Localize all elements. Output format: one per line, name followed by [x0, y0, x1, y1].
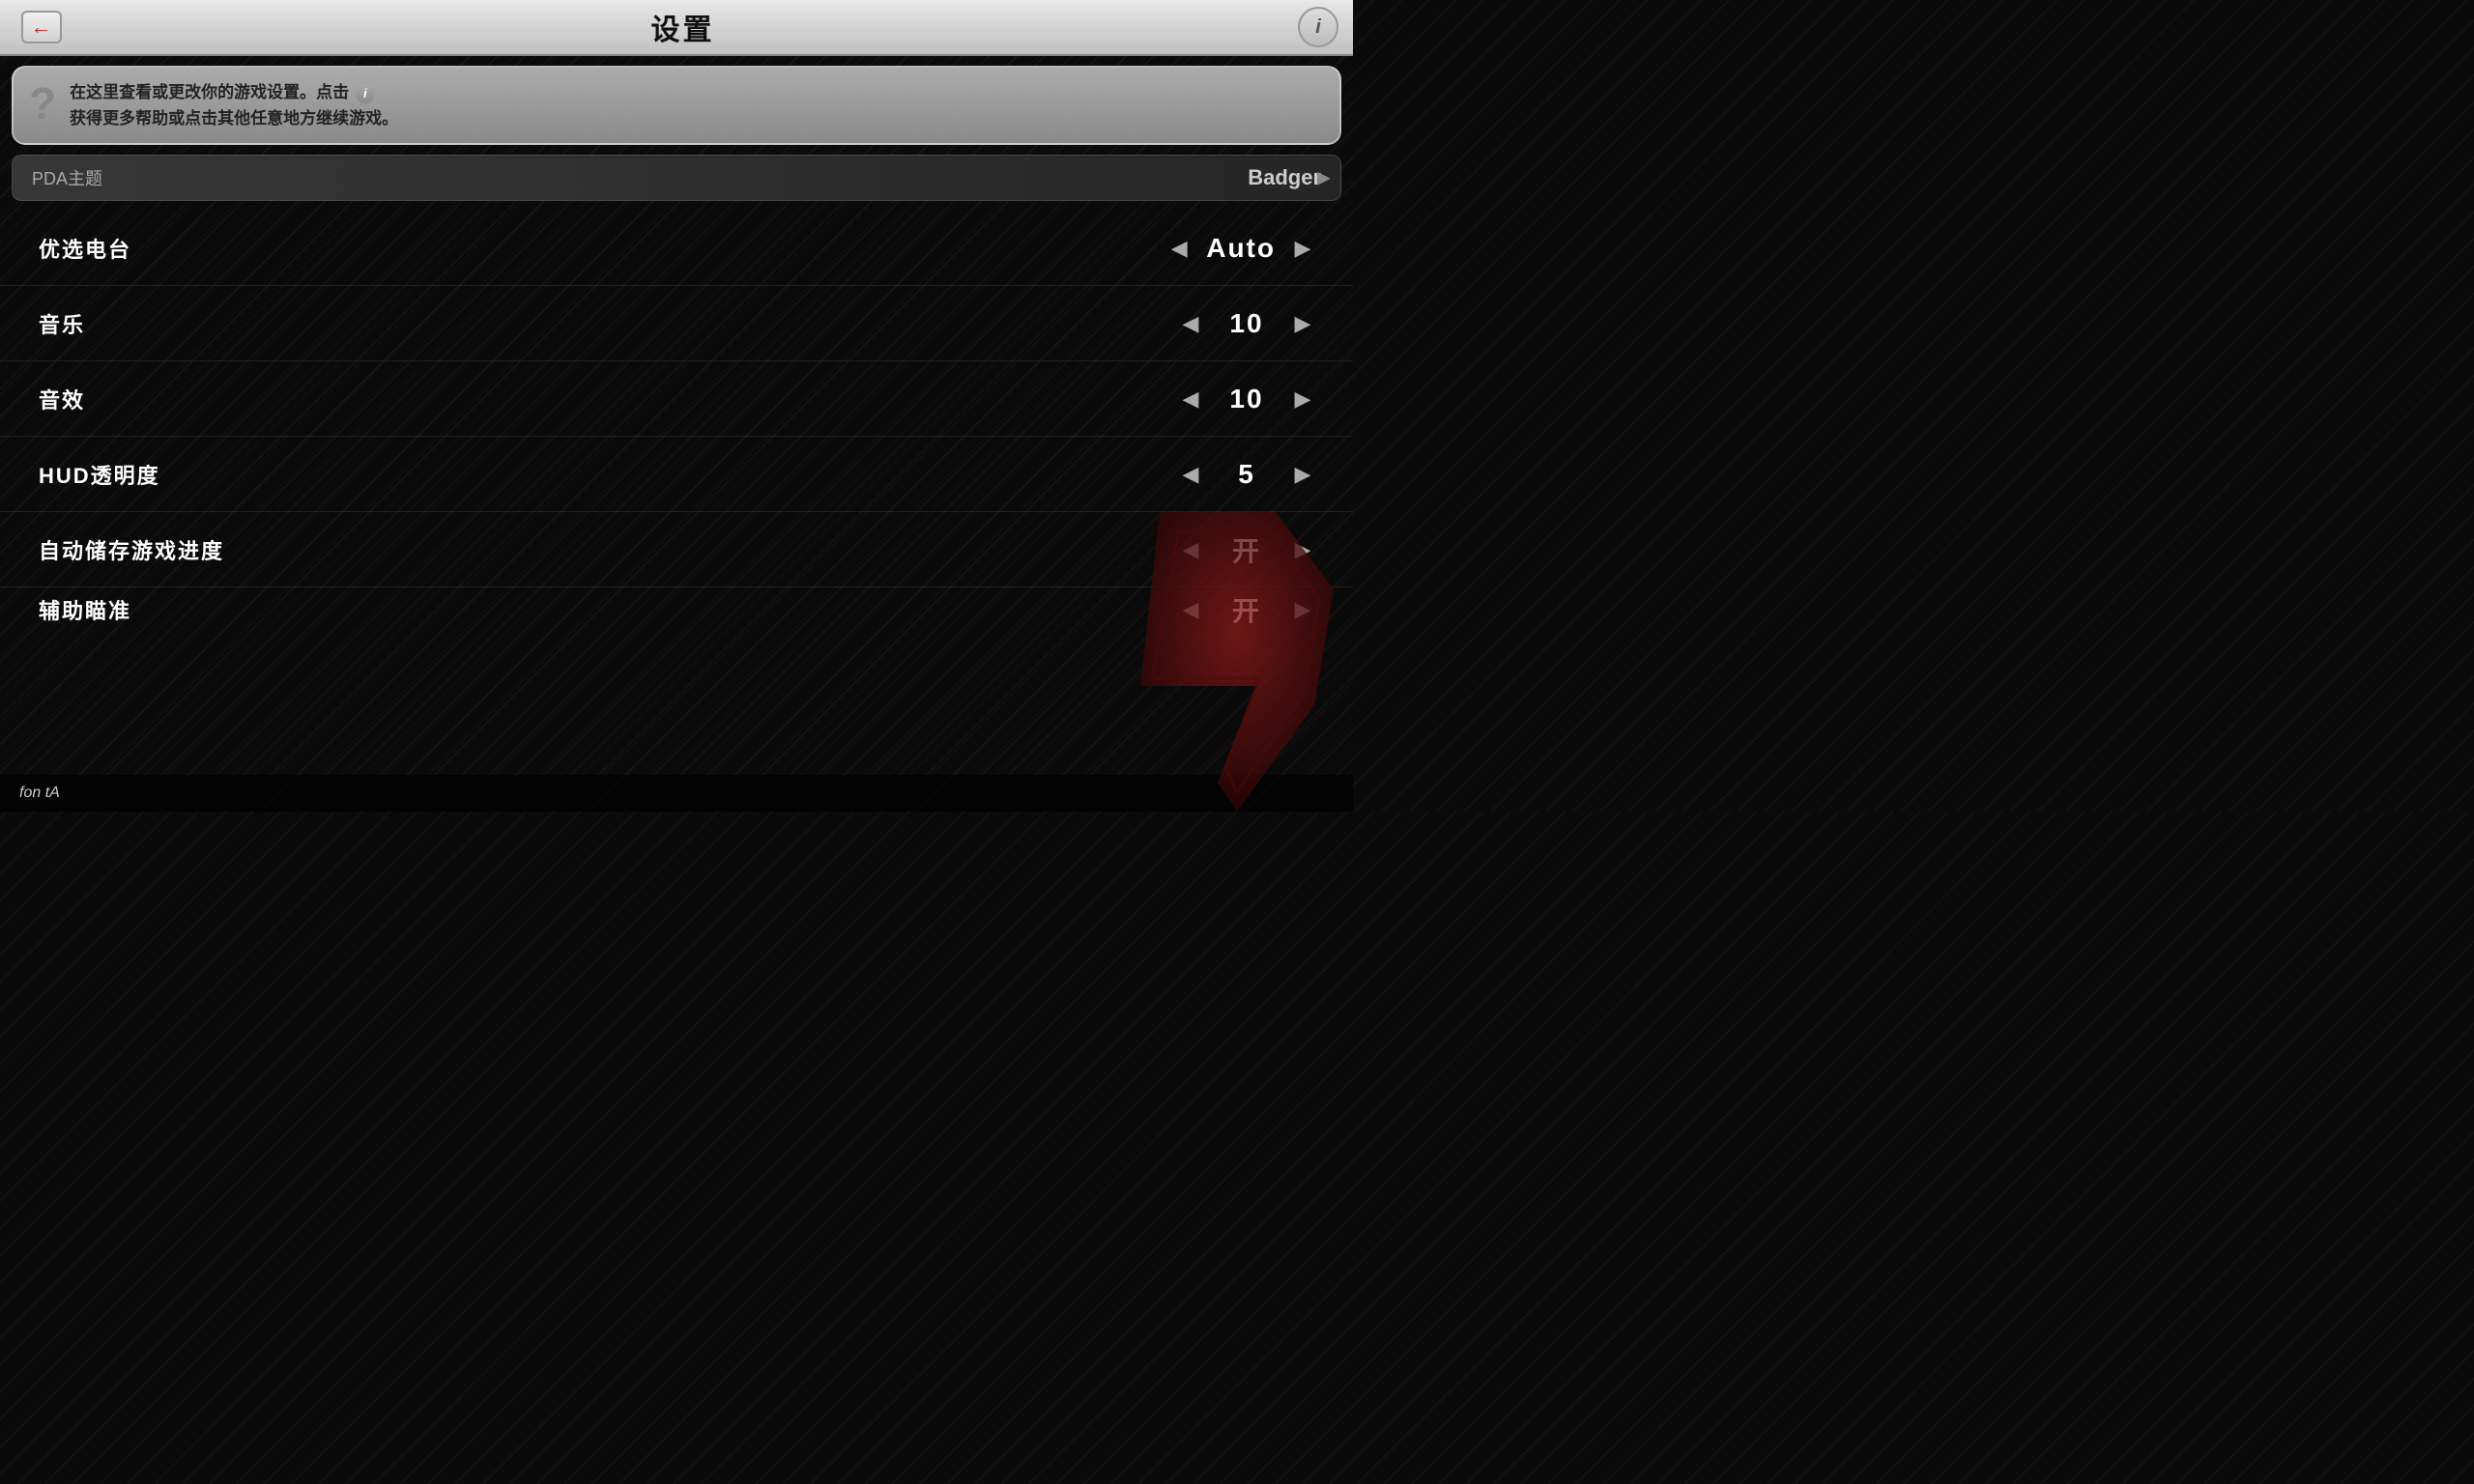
setting-control-hud: ◀ 5 ▶ [1179, 459, 1314, 490]
setting-row-aim: 辅助瞄准 ◀ 开 ▶ [0, 587, 1353, 631]
header-bar: ← 设置 i [0, 0, 1353, 56]
page-title: 设置 [651, 6, 715, 48]
info-button[interactable]: i [1298, 7, 1338, 47]
hud-right-arrow[interactable]: ▶ [1291, 462, 1314, 487]
music-right-arrow[interactable]: ▶ [1291, 311, 1314, 336]
sfx-left-arrow[interactable]: ◀ [1179, 386, 1202, 412]
sfx-value: 10 [1218, 384, 1276, 414]
radio-left-arrow[interactable]: ◀ [1167, 236, 1191, 261]
hud-left-arrow[interactable]: ◀ [1179, 462, 1202, 487]
arrow-symbol: ← [31, 14, 52, 40]
pda-label: PDA主题 [32, 165, 102, 190]
setting-control-sfx: ◀ 10 ▶ [1179, 384, 1314, 414]
setting-label-autosave: 自动储存游戏进度 [39, 534, 224, 565]
pda-theme-bar[interactable]: PDA主题 Badger ▶ [12, 155, 1341, 201]
setting-label-aim: 辅助瞄准 [39, 594, 131, 625]
setting-control-radio: ◀ Auto ▶ [1167, 233, 1314, 264]
bottom-text: fon tA [19, 785, 60, 802]
aim-left-arrow[interactable]: ◀ [1179, 597, 1202, 622]
setting-label-hud: HUD透明度 [39, 459, 160, 490]
setting-row-hud: HUD透明度 ◀ 5 ▶ [0, 437, 1353, 512]
back-button[interactable]: ← [14, 7, 68, 47]
setting-label-music: 音乐 [39, 308, 85, 339]
autosave-left-arrow[interactable]: ◀ [1179, 537, 1202, 562]
pda-arrow-icon: ▶ [1317, 168, 1331, 188]
setting-control-autosave: ◀ 开 ▶ [1179, 530, 1314, 569]
sfx-right-arrow[interactable]: ▶ [1291, 386, 1314, 412]
setting-row-music: 音乐 ◀ 10 ▶ [0, 286, 1353, 361]
setting-label-radio: 优选电台 [39, 233, 131, 264]
help-text: 在这里查看或更改你的游戏设置。点击 i 获得更多帮助或点击其他任意地方继续游戏。 [70, 79, 398, 131]
setting-row-radio: 优选电台 ◀ Auto ▶ [0, 211, 1353, 286]
question-mark-icon: ? [29, 81, 56, 126]
help-box: ? 在这里查看或更改你的游戏设置。点击 i 获得更多帮助或点击其他任意地方继续游… [12, 66, 1341, 145]
autosave-value: 开 [1218, 530, 1276, 569]
aim-value: 开 [1218, 590, 1276, 629]
setting-label-sfx: 音效 [39, 384, 85, 414]
info-icon: i [1315, 16, 1321, 39]
aim-right-arrow[interactable]: ▶ [1291, 597, 1314, 622]
music-left-arrow[interactable]: ◀ [1179, 311, 1202, 336]
pda-value: Badger [1248, 165, 1321, 190]
help-line1: 在这里查看或更改你的游戏设置。点击 i [70, 83, 377, 101]
setting-row-sfx: 音效 ◀ 10 ▶ [0, 361, 1353, 437]
setting-control-aim: ◀ 开 ▶ [1179, 590, 1314, 629]
setting-control-music: ◀ 10 ▶ [1179, 308, 1314, 339]
radio-right-arrow[interactable]: ▶ [1291, 236, 1314, 261]
settings-list: 优选电台 ◀ Auto ▶ 音乐 ◀ 10 ▶ 音效 ◀ 10 ▶ [0, 211, 1353, 631]
hud-value: 5 [1218, 459, 1276, 490]
main-container: ← 设置 i ? 在这里查看或更改你的游戏设置。点击 i 获得更多帮助或点击其他… [0, 0, 1353, 812]
bottom-bar: fon tA [0, 775, 1353, 812]
help-line2: 获得更多帮助或点击其他任意地方继续游戏。 [70, 109, 398, 128]
radio-value: Auto [1206, 233, 1276, 264]
setting-row-autosave: 自动储存游戏进度 ◀ 开 ▶ [0, 512, 1353, 587]
autosave-right-arrow[interactable]: ▶ [1291, 537, 1314, 562]
back-arrow-icon[interactable]: ← [21, 11, 62, 43]
info-inline-icon: i [356, 84, 375, 103]
music-value: 10 [1218, 308, 1276, 339]
